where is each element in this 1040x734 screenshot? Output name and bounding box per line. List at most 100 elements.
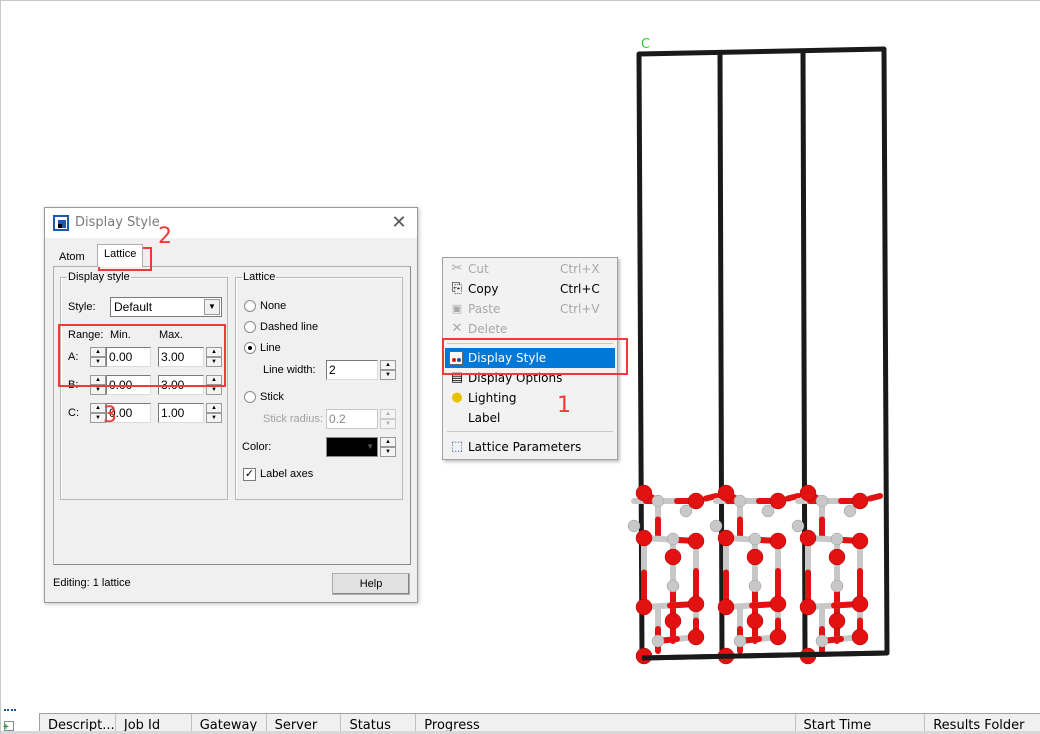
label-axes-checkbox[interactable]: ✓ (243, 468, 256, 481)
job-toolbar-dots-icon[interactable] (4, 709, 16, 713)
lattice-stick-radio[interactable] (244, 391, 256, 403)
lattice-none-label[interactable]: None (260, 300, 286, 312)
axis-label-c: C (641, 37, 650, 52)
stick-radius-label: Stick radius: (263, 413, 323, 425)
spin-up-icon[interactable]: ▲ (380, 409, 396, 419)
dialog-title-bar[interactable]: Display Style ✕ (45, 208, 417, 238)
annotation-number-3: 3 (103, 403, 117, 428)
menu-item-label: Delete (468, 322, 508, 336)
oxygen-atom (851, 628, 869, 646)
menu-item-label-text: Label (468, 411, 501, 425)
chevron-down-icon[interactable]: ▼ (204, 299, 220, 315)
metal-atom (791, 519, 805, 533)
style-select-value: Default (114, 300, 153, 314)
lattice-line-label[interactable]: Line (260, 342, 281, 354)
range-c-label: C: (68, 407, 79, 419)
oxygen-atom (687, 532, 705, 550)
line-width-label: Line width: (263, 364, 316, 376)
oxygen-atom (635, 484, 653, 502)
metal-atom (651, 634, 665, 648)
help-button[interactable]: Help (332, 573, 410, 595)
metal-atom (627, 519, 641, 533)
oxygen-atom (717, 484, 735, 502)
menu-item-lattice-parameters[interactable]: ⬚ Lattice Parameters (445, 437, 615, 457)
menu-item-shortcut: Ctrl+X (560, 262, 600, 276)
menu-item-label[interactable]: Label (445, 408, 615, 428)
oxygen-atom (851, 595, 869, 613)
bond-half (785, 493, 801, 502)
spin-up-icon[interactable]: ▲ (206, 403, 222, 413)
lightbulb-icon: ● (451, 390, 463, 405)
spin-down-icon[interactable]: ▼ (380, 447, 396, 457)
metal-atom (733, 494, 747, 508)
style-label: Style: (68, 301, 96, 313)
menu-item-lighting[interactable]: ● Lighting (445, 388, 615, 408)
oxygen-atom (687, 492, 705, 510)
menu-separator (447, 431, 613, 432)
oxygen-atom (828, 612, 846, 630)
menu-item-label: Paste (468, 302, 501, 316)
color-spinner[interactable]: ▲ ▼ (380, 437, 396, 457)
label-axes-label[interactable]: Label axes (260, 468, 313, 480)
spin-up-icon[interactable]: ▲ (380, 360, 396, 370)
menu-item-shortcut: Ctrl+V (560, 302, 600, 316)
menu-item-paste[interactable]: ▣ Paste Ctrl+V (445, 299, 615, 319)
annotation-number-1: 1 (557, 393, 571, 418)
oxygen-atom (799, 529, 817, 547)
oxygen-atom (769, 595, 787, 613)
menu-item-delete[interactable]: ✕ Delete (445, 319, 615, 339)
spin-down-icon[interactable]: ▼ (380, 419, 396, 429)
color-picker[interactable]: ▼ (326, 437, 378, 457)
range-c-max-spinner[interactable]: ▲ ▼ (206, 403, 222, 423)
metal-atom (815, 494, 829, 508)
metal-atom (815, 634, 829, 648)
style-select[interactable]: Default ▼ (110, 297, 222, 317)
stick-radius-input[interactable]: 0.2 (326, 409, 378, 429)
materials-studio-window: C + Descript... Job Id Gateway Server Status… (0, 0, 1040, 734)
menu-item-label: Lighting (468, 391, 517, 405)
oxygen-atom (769, 628, 787, 646)
spin-down-icon[interactable]: ▼ (380, 370, 396, 380)
oxygen-atom (746, 548, 764, 566)
annotation-box-3 (58, 324, 226, 387)
lattice-dashed-line-radio[interactable] (244, 321, 256, 333)
display-style-dialog: Display Style ✕ Atom Lattice Display sty… (44, 207, 418, 603)
spin-down-icon[interactable]: ▼ (206, 413, 222, 423)
display-style-group-legend: Display style (68, 271, 130, 283)
line-width-spinner[interactable]: ▲ ▼ (380, 360, 396, 380)
job-toolbar-add-icon[interactable]: + (3, 721, 14, 733)
tab-lattice[interactable]: Lattice (97, 244, 144, 267)
app-icon (53, 215, 69, 231)
line-width-input[interactable]: 2 (326, 360, 378, 380)
delete-icon: ✕ (451, 321, 463, 336)
lattice-line-radio[interactable] (244, 342, 256, 354)
oxygen-atom (717, 529, 735, 547)
menu-item-label: Copy (468, 282, 499, 296)
oxygen-atom (746, 612, 764, 630)
oxygen-atom (687, 628, 705, 646)
copy-icon: ⎘ (451, 281, 463, 296)
metal-atom (666, 579, 680, 593)
lattice-stick-label[interactable]: Stick (260, 391, 284, 403)
menu-item-copy[interactable]: ⎘ Copy Ctrl+C (445, 279, 615, 299)
spin-up-icon[interactable]: ▲ (380, 437, 396, 447)
chevron-down-icon[interactable]: ▼ (366, 442, 374, 451)
paste-icon: ▣ (451, 302, 463, 315)
range-c-max-input[interactable]: 1.00 (158, 403, 204, 423)
oxygen-atom (635, 529, 653, 547)
oxygen-atom (851, 532, 869, 550)
oxygen-atom (799, 484, 817, 502)
job-explorer-panel: + Descript... Job Id Gateway Server Status Pr… (1, 706, 1040, 734)
stick-radius-spinner[interactable]: ▲ ▼ (380, 409, 396, 429)
lattice-none-radio[interactable] (244, 300, 256, 312)
metal-atom (748, 579, 762, 593)
dialog-title: Display Style (75, 215, 160, 230)
close-icon[interactable]: ✕ (389, 212, 409, 232)
metal-atom (666, 532, 680, 546)
metal-atom (733, 634, 747, 648)
lattice-dashed-line-label[interactable]: Dashed line (260, 321, 318, 333)
oxygen-atom (687, 595, 705, 613)
oxygen-atom (664, 612, 682, 630)
menu-item-cut[interactable]: ✂ Cut Ctrl+X (445, 259, 615, 279)
tab-atom[interactable]: Atom (53, 248, 91, 266)
